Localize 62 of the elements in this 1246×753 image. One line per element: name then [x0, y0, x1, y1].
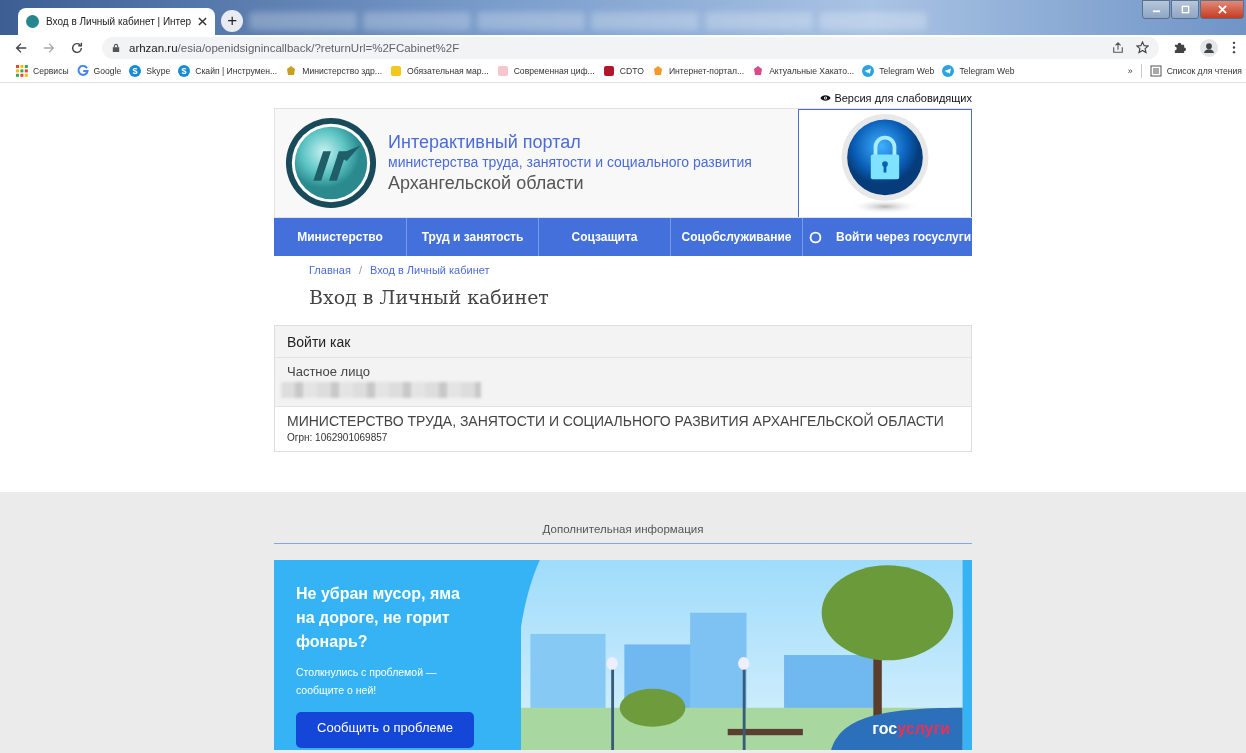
nav-link[interactable]: Соцзащита	[539, 218, 671, 256]
account-detail: Огрн: 1062901069857	[287, 432, 389, 443]
section-title: Дополнительная информация	[542, 523, 704, 535]
share-icon[interactable]	[1112, 41, 1124, 54]
account-option[interactable]: Частное лицо	[275, 358, 971, 407]
minimize-button[interactable]	[1142, 0, 1170, 19]
bookmark[interactable]: Telegram Web	[942, 65, 1015, 77]
account-name: МИНИСТЕРСТВО ТРУДА, ЗАНЯТОСТИ И СОЦИАЛЬНОГО РАЗВИТИЯ АРХАНГЕЛЬСКОЙ ОБЛАСТИ	[287, 413, 945, 429]
bookmark[interactable]: Обязательная мар...	[390, 65, 489, 77]
circle-icon	[809, 230, 822, 244]
profile-icon[interactable]	[1200, 38, 1218, 57]
apps-grid-icon	[16, 65, 28, 77]
bookmark[interactable]: Telegram Web	[862, 65, 935, 77]
card-title: Войти как	[287, 333, 351, 350]
puzzle-icon[interactable]	[1173, 41, 1186, 54]
bookmark[interactable]: Актуальные Хакато...	[752, 65, 855, 77]
portal-logo-icon[interactable]	[284, 116, 378, 210]
bookmark[interactable]: CDTO	[602, 65, 644, 77]
breadcrumb-separator: /	[358, 264, 362, 276]
banner-text: Столкнулись с проблемой — сообщите о ней!	[296, 665, 438, 698]
nav-link[interactable]: Труд и занятость	[407, 218, 539, 256]
bookmark[interactable]: Министерство здр...	[285, 65, 383, 77]
reading-list-button[interactable]: Список для чтения	[1149, 65, 1242, 77]
back-icon[interactable]	[14, 40, 28, 55]
breadcrumb-link[interactable]: Главная	[309, 264, 351, 276]
gosuslugi-login-link[interactable]: Войти через госуслуги	[803, 218, 977, 256]
bookmark[interactable]: Сервисы	[16, 65, 69, 77]
close-icon[interactable]	[198, 17, 208, 26]
page-heading: Вход в Личный кабинет	[309, 286, 550, 308]
site-favicon-icon	[26, 15, 39, 28]
nav-link[interactable]: Соцобслуживание	[671, 218, 803, 256]
nav-link[interactable]: Министерство	[274, 218, 407, 256]
maximize-button[interactable]	[1171, 0, 1199, 19]
menu-icon[interactable]	[1232, 41, 1236, 54]
bookmark[interactable]: Современная циф...	[496, 65, 595, 77]
portal-subtitle: министерства труда, занятости и социального развития	[388, 154, 752, 170]
close-icon	[1217, 5, 1227, 14]
accessibility-link[interactable]: Версия для слабовидящих	[820, 92, 972, 104]
list-icon	[1149, 65, 1162, 77]
maximize-icon	[1180, 5, 1190, 14]
eye-icon	[820, 94, 832, 102]
account-name: Частное лицо	[287, 364, 371, 379]
new-tab-button[interactable]: +	[221, 10, 244, 32]
tab-title: Вход в Личный кабинет | Интер	[46, 16, 192, 27]
more-bookmarks-button[interactable]: »	[1127, 66, 1133, 76]
breadcrumb-link[interactable]: Вход в Личный кабинет	[369, 264, 490, 276]
bookmark[interactable]: Интернет-портал...	[651, 65, 745, 77]
bookmark[interactable]: Google	[76, 65, 122, 77]
gosuslugi-logo: госуслуги	[872, 720, 950, 738]
portal-title: Интерактивный портал	[388, 132, 582, 153]
report-problem-button[interactable]: Сообщить о проблеме	[296, 712, 474, 748]
reload-icon[interactable]	[70, 40, 84, 55]
address-field[interactable]: arhzan.ru/esia/openidsignincallback/?returnUrl=%2FCabinet%2F	[102, 36, 1159, 59]
portal-region: Архангельской области	[388, 173, 585, 194]
url-text: arhzan.ru/esia/openidsignincallback/?returnUrl=%2FCabinet%2F	[129, 41, 460, 54]
browser-tab[interactable]: Вход в Личный кабинет | Интер	[18, 8, 216, 35]
close-window-button[interactable]	[1200, 0, 1244, 19]
banner-headline: Не убран мусор, яма на дороге, не горит фонарь?	[296, 584, 461, 652]
bookmark[interactable]: Skype	[129, 65, 171, 77]
star-icon[interactable]	[1136, 41, 1149, 54]
bookmark[interactable]: Скайп | Инструмен...	[178, 65, 278, 77]
lock-icon	[112, 42, 120, 53]
